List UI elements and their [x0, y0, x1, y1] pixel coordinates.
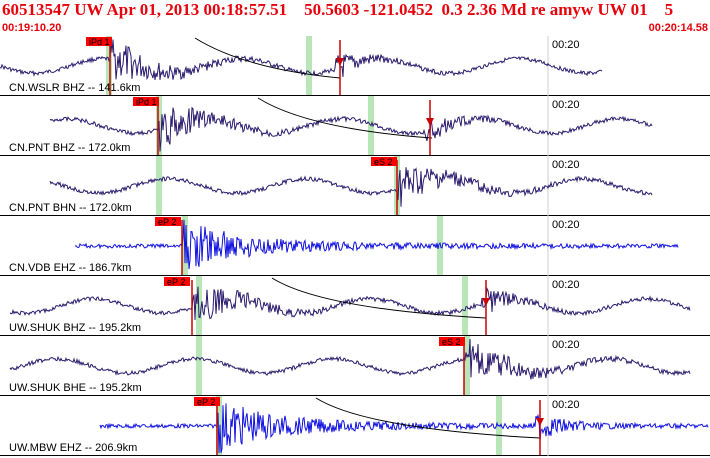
trace-row[interactable]: eP 2 00:20 UW.SHUK BHZ -- 195.2km: [0, 276, 710, 336]
event-header: 60513547 UW Apr 01, 2013 00:18:57.51 50.…: [0, 0, 710, 36]
minute-label: 00:20: [552, 219, 580, 231]
phase-window: [156, 156, 162, 215]
start-time: 00:19:10.20: [2, 22, 62, 34]
event-title: 60513547 UW Apr 01, 2013 00:18:57.51 50.…: [2, 0, 674, 19]
trace-row[interactable]: iPd 1 00:20 CN.WSLR BHZ -- 141.6km: [0, 36, 710, 96]
pick-label: iPd 1: [89, 37, 110, 47]
station-label: CN.WSLR BHZ -- 141.6km: [9, 82, 140, 94]
station-label: UW.MBW EHZ -- 206.9km: [9, 442, 137, 454]
station-label: CN.VDB EHZ -- 186.7km: [9, 262, 131, 274]
pick-label: eS 2: [374, 157, 393, 167]
coda-decay-curve: [315, 397, 541, 439]
s-marker-arrow-icon: [426, 118, 434, 126]
coda-decay-curve: [194, 37, 341, 79]
station-label: UW.SHUK BHE -- 195.2km: [9, 382, 142, 394]
minute-label: 00:20: [552, 399, 580, 411]
waveform: [9, 338, 691, 380]
trace-row[interactable]: eP 2 00:20 CN.VDB EHZ -- 186.7km: [0, 216, 710, 276]
phase-window: [462, 276, 468, 335]
pick-label: eP 2: [197, 397, 215, 407]
minute-label: 00:20: [552, 159, 580, 171]
trace-row[interactable]: iPd 1 00:20 CN.PNT BHZ -- 172.0km: [0, 96, 710, 156]
phase-window: [196, 336, 202, 395]
end-time: 00:20:14.58: [648, 22, 708, 34]
minute-label: 00:20: [552, 39, 580, 51]
waveform: [49, 167, 653, 207]
minute-label: 00:20: [552, 99, 580, 111]
station-label: UW.SHUK BHZ -- 195.2km: [9, 322, 141, 334]
trace-row[interactable]: eP 2 00:20 UW.MBW EHZ -- 206.9km: [0, 396, 710, 456]
waveform: [99, 403, 709, 454]
minute-label: 00:20: [552, 279, 580, 291]
trace-row[interactable]: eS 2 00:20 CN.PNT BHN -- 172.0km: [0, 156, 710, 216]
pick-label: eP 2: [158, 217, 176, 227]
station-label: CN.PNT BHZ -- 172.0km: [9, 142, 130, 154]
waveform: [49, 106, 653, 152]
minute-label: 00:20: [552, 339, 580, 351]
s-marker-arrow-icon: [536, 418, 544, 426]
pick-label: eP 2: [167, 277, 185, 287]
pick-label: eS 2: [442, 337, 461, 347]
seismogram-panel[interactable]: iPd 1 00:20 CN.WSLR BHZ -- 141.6km iPd 1 00:…: [0, 36, 710, 458]
trace-row[interactable]: eS 2 00:20 UW.SHUK BHE -- 195.2km: [0, 336, 710, 396]
phase-window: [306, 36, 312, 95]
pick-label: iPd 1: [136, 97, 157, 107]
waveform: [74, 219, 679, 270]
station-label: CN.PNT BHN -- 172.0km: [9, 202, 132, 214]
